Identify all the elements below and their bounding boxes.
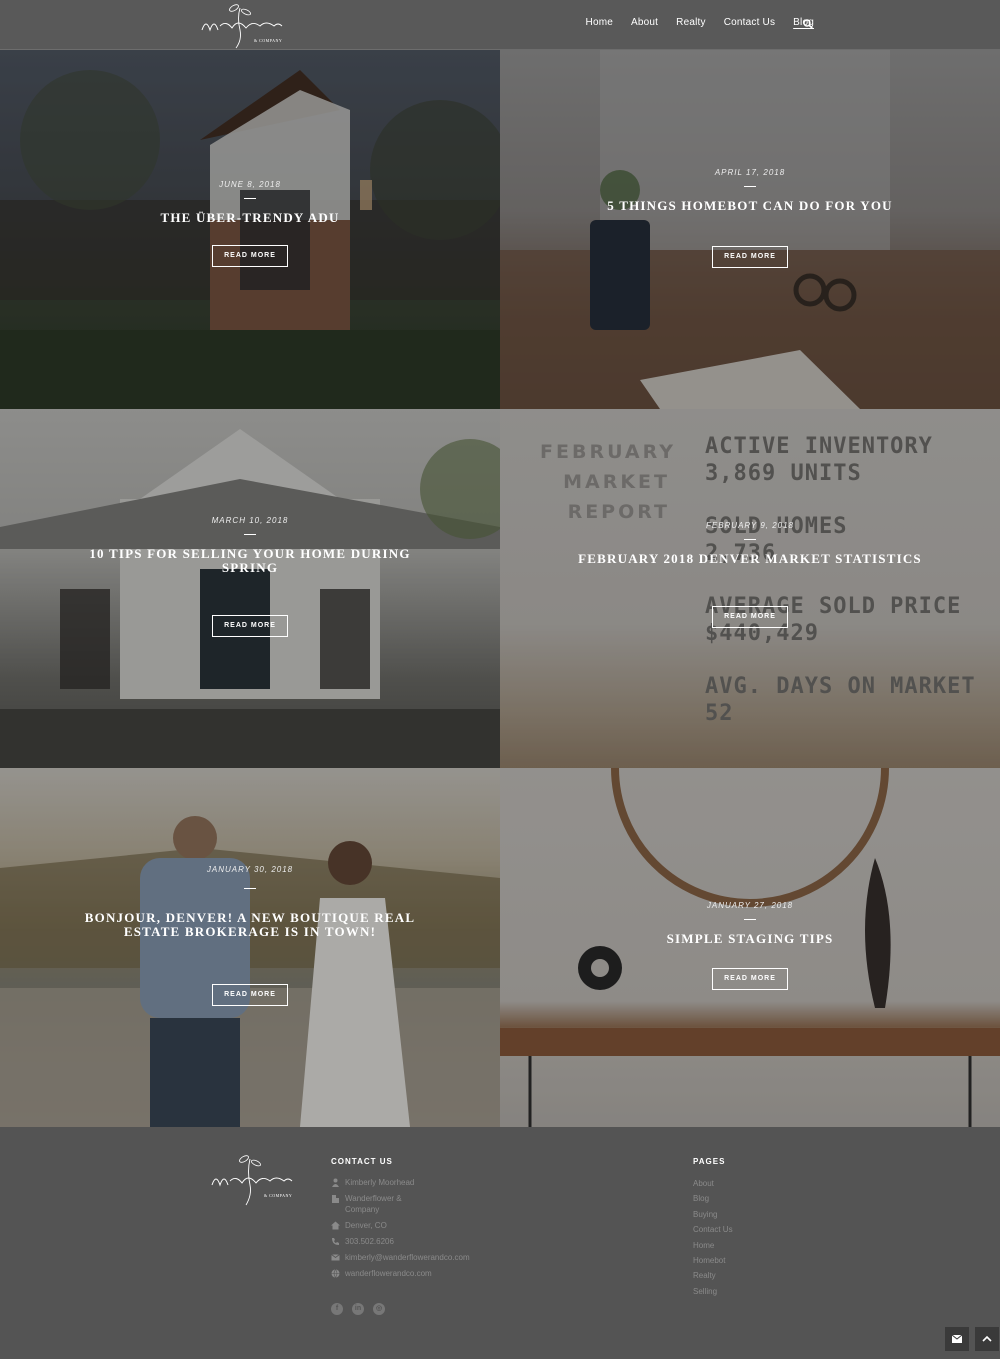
read-more-button[interactable]: READ MORE — [712, 606, 788, 628]
footer-link-home[interactable]: Home — [693, 1241, 733, 1251]
footer-link-blog[interactable]: Blog — [693, 1194, 733, 1204]
svg-text:& COMPANY: & COMPANY — [264, 1193, 292, 1198]
footer-link-buying[interactable]: Buying — [693, 1210, 733, 1220]
post-date: MARCH 10, 2018 — [211, 516, 289, 525]
read-more-button[interactable]: READ MORE — [212, 615, 288, 637]
site-header: & COMPANY Home About Realty Contact Us B… — [0, 0, 1000, 50]
post-tile-market-stats[interactable]: FEBRUARY MARKET REPORT ACTIVE INVENTORY … — [500, 409, 1000, 768]
nav-realty[interactable]: Realty — [676, 17, 706, 28]
post-date: APRIL 17, 2018 — [714, 168, 786, 177]
contact-item: Denver, CO — [331, 1220, 501, 1231]
globe-icon — [331, 1269, 340, 1278]
post-date: JANUARY 27, 2018 — [706, 901, 794, 910]
nav-about[interactable]: About — [631, 17, 658, 28]
contact-item: Kimberly Moorhead — [331, 1177, 501, 1188]
footer-link-about[interactable]: About — [693, 1179, 733, 1189]
facebook-icon[interactable]: f — [331, 1303, 343, 1315]
scroll-top-button[interactable] — [975, 1327, 999, 1351]
footer-link-realty[interactable]: Realty — [693, 1271, 733, 1281]
read-more-button[interactable]: READ MORE — [212, 245, 288, 267]
phone-icon — [332, 1238, 339, 1245]
post-date: JUNE 8, 2018 — [219, 180, 281, 189]
envelope-icon — [331, 1254, 340, 1261]
divider — [744, 186, 756, 187]
search-icon[interactable] — [803, 19, 813, 29]
building-icon — [332, 1195, 339, 1203]
wanderflower-logo-icon: & COMPANY — [201, 4, 283, 49]
post-title[interactable]: 5 THINGS HOMEBOT CAN DO FOR YOU — [500, 199, 1000, 213]
post-title[interactable]: FEBRUARY 2018 DENVER MARKET STATISTICS — [500, 552, 1000, 566]
post-title[interactable]: SIMPLE STAGING TIPS — [500, 932, 1000, 946]
contact-item: wanderflowerandco.com — [331, 1268, 501, 1279]
post-date: FEBRUARY 9, 2018 — [705, 521, 795, 530]
contact-heading: CONTACT US — [331, 1157, 393, 1166]
pages-list: About Blog Buying Contact Us Home Homebo… — [693, 1179, 733, 1302]
divider — [244, 888, 256, 889]
contact-item: 303.502.6206 — [331, 1236, 501, 1247]
divider — [744, 539, 756, 540]
post-date: JANUARY 30, 2018 — [206, 865, 294, 874]
post-tile-spring-tips[interactable]: MARCH 10, 2018 10 TIPS FOR SELLING YOUR … — [0, 409, 500, 768]
divider — [244, 534, 256, 535]
post-tile-staging-tips[interactable]: JANUARY 27, 2018 SIMPLE STAGING TIPS REA… — [500, 768, 1000, 1127]
home-icon — [331, 1221, 340, 1230]
contact-float-button[interactable] — [945, 1327, 969, 1351]
envelope-icon — [951, 1334, 963, 1343]
footer-link-selling[interactable]: Selling — [693, 1287, 733, 1297]
blog-grid: JUNE 8, 2018 THE ÜBER-TRENDY ADU READ MO… — [0, 50, 1000, 1127]
social-links: f in ◎ — [331, 1303, 385, 1315]
contact-item: kimberly@wanderflowerandco.com — [331, 1252, 501, 1263]
read-more-button[interactable]: READ MORE — [712, 968, 788, 990]
main-nav: Home About Realty Contact Us Blog — [568, 17, 814, 28]
nav-contact-us[interactable]: Contact Us — [724, 17, 775, 28]
post-tile-bonjour-denver[interactable]: JANUARY 30, 2018 BONJOUR, DENVER! A NEW … — [0, 768, 500, 1127]
post-title[interactable]: 10 TIPS FOR SELLING YOUR HOME DURING SPR… — [0, 547, 500, 575]
svg-text:& COMPANY: & COMPANY — [254, 38, 282, 43]
post-tile-homebot[interactable]: APRIL 17, 2018 5 THINGS HOMEBOT CAN DO F… — [500, 50, 1000, 409]
pages-heading: PAGES — [693, 1157, 726, 1166]
site-logo[interactable]: & COMPANY — [196, 0, 292, 50]
divider — [744, 919, 756, 920]
contact-item: Wanderflower & Company — [331, 1193, 501, 1215]
person-icon — [332, 1178, 339, 1187]
instagram-icon[interactable]: ◎ — [373, 1303, 385, 1315]
post-tile-adu[interactable]: JUNE 8, 2018 THE ÜBER-TRENDY ADU READ MO… — [0, 50, 500, 409]
contact-list: Kimberly Moorhead Wanderflower & Company… — [331, 1177, 501, 1284]
footer-link-contact-us[interactable]: Contact Us — [693, 1225, 733, 1235]
post-title[interactable]: BONJOUR, DENVER! A NEW BOUTIQUE REAL EST… — [0, 911, 500, 939]
wanderflower-logo-icon: & COMPANY — [211, 1155, 293, 1206]
nav-home[interactable]: Home — [586, 17, 613, 28]
footer-logo[interactable]: & COMPANY — [208, 1149, 304, 1209]
read-more-button[interactable]: READ MORE — [712, 246, 788, 268]
site-footer: & COMPANY CONTACT US Kimberly Moorhead W… — [0, 1127, 1000, 1359]
divider — [244, 198, 256, 199]
linkedin-icon[interactable]: in — [352, 1303, 364, 1315]
footer-link-homebot[interactable]: Homebot — [693, 1256, 733, 1266]
read-more-button[interactable]: READ MORE — [212, 984, 288, 1006]
post-title[interactable]: THE ÜBER-TRENDY ADU — [0, 211, 500, 225]
chevron-up-icon — [982, 1335, 992, 1342]
